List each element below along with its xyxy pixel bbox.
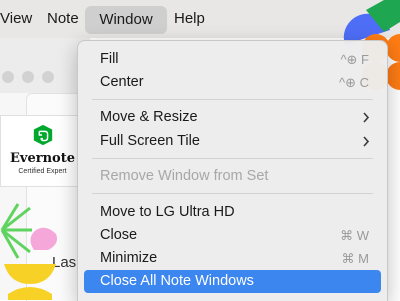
badge-title: Evernote: [10, 151, 75, 166]
menu-item-label: Close All Note Windows: [100, 273, 254, 289]
badge-subtitle: Certified Expert: [18, 168, 67, 175]
menu-item-label: Close: [100, 227, 138, 243]
menu-item-label: Minimize: [100, 250, 158, 266]
menu-help[interactable]: Help: [174, 0, 205, 38]
menu-item-center[interactable]: Center ^⊕ C: [84, 71, 381, 94]
menu-window[interactable]: Window: [85, 6, 167, 34]
menu-separator: [92, 99, 373, 100]
menu-item-full-screen-tile[interactable]: Full Screen Tile: [84, 130, 381, 153]
menu-item-minimize[interactable]: Minimize ⌘ M: [84, 247, 381, 270]
menu-note[interactable]: Note: [47, 0, 79, 38]
chevron-right-icon: [363, 136, 370, 147]
menu-item-remove-window-from-set: Remove Window from Set: [84, 165, 381, 188]
menu-view[interactable]: View: [0, 0, 32, 38]
green-diamond-decoration: [366, 0, 400, 32]
evernote-certified-badge: Evernote Certified Expert: [0, 115, 85, 187]
menu-item-move-resize[interactable]: Move & Resize: [84, 106, 381, 129]
menu-item-label: Move to LG Ultra HD: [100, 204, 235, 220]
chevron-right-icon: [363, 112, 370, 123]
menu-item-label: Move & Resize: [100, 109, 198, 125]
menu-separator: [92, 193, 373, 194]
minimize-window-dot[interactable]: [22, 71, 34, 83]
shortcut-label: ⌘ M: [341, 251, 369, 266]
menu-item-move-to-display[interactable]: Move to LG Ultra HD: [84, 201, 381, 224]
menu-item-close-all-note-windows[interactable]: Close All Note Windows: [84, 270, 381, 293]
zoom-window-dot[interactable]: [42, 71, 54, 83]
close-window-dot[interactable]: [2, 71, 14, 83]
menu-item-close[interactable]: Close ⌘ W: [84, 224, 381, 247]
menu-separator: [92, 158, 373, 159]
yellow-shape-decoration: [4, 264, 56, 300]
shortcut-label: ^⊕ F: [340, 52, 369, 67]
menu-item-label: Fill: [100, 51, 119, 67]
menu-item-fill[interactable]: Fill ^⊕ F: [84, 48, 381, 71]
menu-item-label: Center: [100, 74, 144, 90]
shortcut-label: ^⊕ C: [339, 75, 369, 90]
pink-shape-decoration: [30, 227, 57, 250]
menu-item-label: Remove Window from Set: [100, 168, 269, 184]
window-dropdown-menu: Fill ^⊕ F Center ^⊕ C Move & Resize Full…: [77, 40, 388, 301]
shortcut-label: ⌘ W: [340, 228, 369, 243]
evernote-logo-icon: [33, 124, 53, 146]
menu-item-label: Full Screen Tile: [100, 133, 200, 149]
